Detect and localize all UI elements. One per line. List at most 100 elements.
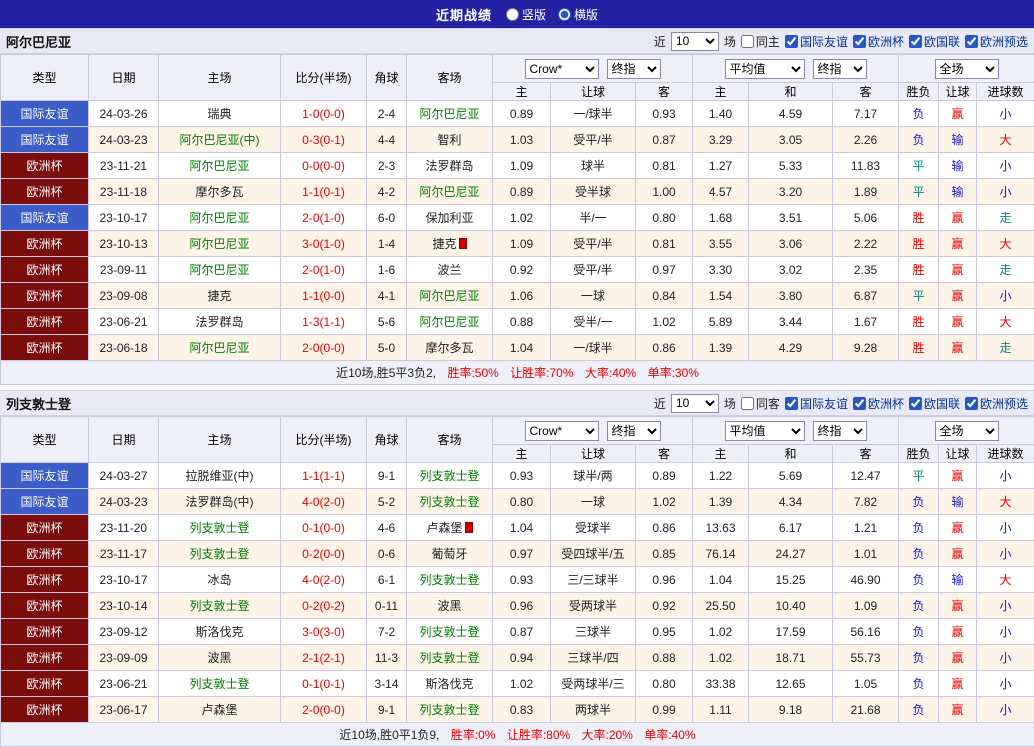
team-name: 法罗群岛 <box>195 315 243 329</box>
league-euroqualifier-option[interactable]: 欧洲预选 <box>965 395 1028 412</box>
match-score: 0-3(0-1) <box>281 127 367 153</box>
avg-home: 1.22 <box>693 463 749 489</box>
fullmatch-select[interactable]: 全场 <box>935 421 999 441</box>
red-flag-icon[interactable] <box>465 522 473 533</box>
match-score: 1-1(0-0) <box>281 283 367 309</box>
same-venue-option[interactable]: 同主 <box>741 33 780 50</box>
match-count-select[interactable]: 10 <box>671 394 719 413</box>
layout-vertical-radio[interactable] <box>506 8 519 21</box>
home-team-cell: 阿尔巴尼亚 <box>159 205 281 231</box>
team-name: 斯洛伐克 <box>425 677 473 691</box>
away-team-cell: 阿尔巴尼亚 <box>407 283 493 309</box>
layout-horizontal-option[interactable]: 横版 <box>558 6 598 23</box>
league-nationsleague-option[interactable]: 欧国联 <box>909 395 960 412</box>
layout-vertical-label: 竖版 <box>522 6 546 23</box>
bookmaker-select[interactable]: Crow* <box>525 421 599 441</box>
avg-draw: 4.34 <box>749 489 833 515</box>
odds-away: 0.99 <box>636 697 693 723</box>
avg-away: 7.82 <box>833 489 899 515</box>
fullmatch-select[interactable]: 全场 <box>935 59 999 79</box>
avg-final-select[interactable]: 终指 <box>813 421 867 441</box>
col-away: 客场 <box>407 55 493 101</box>
avg-away: 12.47 <box>833 463 899 489</box>
away-team-cell: 阿尔巴尼亚 <box>407 309 493 335</box>
league-eurocup-checkbox[interactable] <box>853 35 866 48</box>
col-avg-draw: 和 <box>749 445 833 463</box>
odds-handicap: 受平/半 <box>551 127 636 153</box>
league-friendly-checkbox[interactable] <box>785 397 798 410</box>
odds-home: 1.04 <box>493 335 551 361</box>
avg-final-select[interactable]: 终指 <box>813 59 867 79</box>
result-goals: 小 <box>977 697 1034 723</box>
average-select[interactable]: 平均值 <box>725 59 805 79</box>
league-euroqualifier-option[interactable]: 欧洲预选 <box>965 33 1028 50</box>
result-wdl: 负 <box>899 567 939 593</box>
odds-home: 0.97 <box>493 541 551 567</box>
odds-final-select[interactable]: 终指 <box>607 421 661 441</box>
average-select[interactable]: 平均值 <box>725 421 805 441</box>
corner-score: 1-4 <box>367 231 407 257</box>
odds-handicap: 受四球半/五 <box>551 541 636 567</box>
result-handicap: 赢 <box>939 593 977 619</box>
match-count-select[interactable]: 10 <box>671 32 719 51</box>
league-nationsleague-option[interactable]: 欧国联 <box>909 33 960 50</box>
match-score: 0-1(0-0) <box>281 515 367 541</box>
same-venue-option[interactable]: 同客 <box>741 395 780 412</box>
corner-score: 5-6 <box>367 309 407 335</box>
corner-score: 4-6 <box>367 515 407 541</box>
match-date: 23-10-17 <box>89 567 159 593</box>
layout-vertical-option[interactable]: 竖版 <box>506 6 546 23</box>
filter-games-label: 场 <box>724 395 736 412</box>
league-friendly-option[interactable]: 国际友谊 <box>785 395 848 412</box>
avg-home: 33.38 <box>693 671 749 697</box>
match-type: 欧洲杯 <box>1 645 89 671</box>
league-euroqualifier-checkbox[interactable] <box>965 35 978 48</box>
league-friendly-option[interactable]: 国际友谊 <box>785 33 848 50</box>
result-goals: 走 <box>977 335 1034 361</box>
red-flag-icon[interactable] <box>459 238 467 249</box>
league-eurocup-option[interactable]: 欧洲杯 <box>853 395 904 412</box>
avg-draw: 15.25 <box>749 567 833 593</box>
avg-away: 2.26 <box>833 127 899 153</box>
col-away: 客场 <box>407 417 493 463</box>
avg-home: 76.14 <box>693 541 749 567</box>
odds-handicap: 球半 <box>551 153 636 179</box>
layout-horizontal-radio[interactable] <box>558 8 571 21</box>
home-team-cell: 阿尔巴尼亚 <box>159 257 281 283</box>
league-nationsleague-checkbox[interactable] <box>909 35 922 48</box>
avg-draw: 4.29 <box>749 335 833 361</box>
match-score: 0-1(0-1) <box>281 671 367 697</box>
league-friendly-checkbox[interactable] <box>785 35 798 48</box>
avg-draw: 24.27 <box>749 541 833 567</box>
avg-home: 1.04 <box>693 567 749 593</box>
result-wdl: 胜 <box>899 205 939 231</box>
result-wdl: 负 <box>899 671 939 697</box>
odds-final-select[interactable]: 终指 <box>607 59 661 79</box>
same-venue-checkbox[interactable] <box>741 397 754 410</box>
same-venue-checkbox[interactable] <box>741 35 754 48</box>
match-date: 24-03-23 <box>89 127 159 153</box>
corner-score: 1-6 <box>367 257 407 283</box>
result-wdl: 负 <box>899 101 939 127</box>
match-row: 欧洲杯23-09-11阿尔巴尼亚2-0(1-0)1-6波兰0.92受平/半0.9… <box>1 257 1034 283</box>
match-type: 国际友谊 <box>1 205 89 231</box>
away-team-cell: 波黑 <box>407 593 493 619</box>
result-goals: 大 <box>977 567 1034 593</box>
odds-handicap: 受平/半 <box>551 231 636 257</box>
avg-home: 3.55 <box>693 231 749 257</box>
league-nationsleague-checkbox[interactable] <box>909 397 922 410</box>
league-eurocup-checkbox[interactable] <box>853 397 866 410</box>
away-team-cell: 法罗群岛 <box>407 153 493 179</box>
col-type: 类型 <box>1 55 89 101</box>
match-score: 2-0(0-0) <box>281 335 367 361</box>
match-date: 24-03-23 <box>89 489 159 515</box>
col-date: 日期 <box>89 55 159 101</box>
result-handicap: 输 <box>939 127 977 153</box>
league-eurocup-option[interactable]: 欧洲杯 <box>853 33 904 50</box>
team-name: 卢森堡 <box>201 703 237 717</box>
bookmaker-select[interactable]: Crow* <box>525 59 599 79</box>
match-date: 23-11-20 <box>89 515 159 541</box>
match-date: 23-09-08 <box>89 283 159 309</box>
summary-over-rate: 大率:40% <box>585 366 636 380</box>
league-euroqualifier-checkbox[interactable] <box>965 397 978 410</box>
